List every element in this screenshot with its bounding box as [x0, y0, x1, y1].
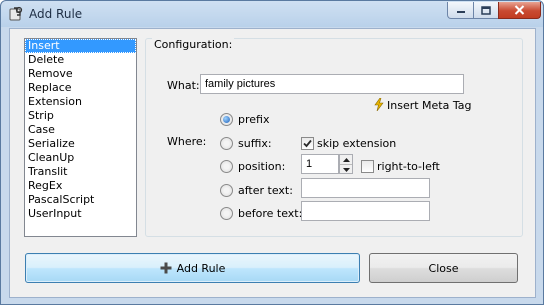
- maximize-button[interactable]: [473, 2, 499, 19]
- rule-list-item-translit[interactable]: Translit: [25, 165, 136, 179]
- right-to-left-label: right-to-left: [377, 160, 440, 173]
- checkmark-icon: [303, 139, 312, 148]
- close-icon: [514, 5, 525, 15]
- lightning-icon: [374, 98, 384, 111]
- minimize-button[interactable]: [447, 2, 474, 19]
- spin-up-button[interactable]: [340, 155, 352, 164]
- add-rule-label: Add Rule: [176, 261, 226, 275]
- rule-list-item-strip[interactable]: Strip: [25, 109, 136, 123]
- rule-list-item-regex[interactable]: RegEx: [25, 179, 136, 193]
- title-bar[interactable]: Add Rule: [1, 1, 543, 28]
- rule-list-item-insert[interactable]: Insert: [25, 39, 136, 53]
- rule-list-item-remove[interactable]: Remove: [25, 67, 136, 81]
- position-spinner[interactable]: [339, 154, 353, 174]
- close-window-button[interactable]: [498, 2, 541, 19]
- maximize-icon: [481, 5, 491, 15]
- window-title: Add Rule: [29, 7, 83, 21]
- close-label: Close: [428, 261, 459, 275]
- rule-list-item-delete[interactable]: Delete: [25, 53, 136, 67]
- suffix-label: suffix:: [238, 137, 272, 150]
- configuration-label: Configuration:: [152, 38, 235, 51]
- minimize-icon: [456, 11, 465, 13]
- rule-list-item-userinput[interactable]: UserInput: [25, 207, 136, 221]
- rule-list-item-extension[interactable]: Extension: [25, 95, 136, 109]
- rule-list-item-replace[interactable]: Replace: [25, 81, 136, 95]
- position-radio[interactable]: [220, 160, 233, 173]
- skip-extension-label: skip extension: [317, 137, 397, 150]
- close-button[interactable]: Close: [369, 253, 518, 283]
- rules-list[interactable]: Insert Delete Remove Replace Extension Strip C…: [24, 38, 137, 237]
- skip-extension-checkbox[interactable]: [301, 137, 314, 150]
- position-input[interactable]: 1: [301, 154, 339, 174]
- after-text-label: after text:: [238, 184, 293, 197]
- prefix-label: prefix: [238, 113, 270, 126]
- what-label: What:: [167, 79, 200, 92]
- add-rule-button[interactable]: Add Rule: [25, 253, 360, 283]
- app-tool-icon: [9, 6, 23, 21]
- rule-list-item-pascalscript[interactable]: PascalScript: [25, 193, 136, 207]
- plus-icon: [160, 262, 172, 274]
- position-label: position:: [238, 160, 286, 173]
- rule-list-item-case[interactable]: Case: [25, 123, 136, 137]
- rule-list-item-serialize[interactable]: Serialize: [25, 137, 136, 151]
- before-text-radio[interactable]: [220, 207, 233, 220]
- arrow-down-icon: [342, 167, 350, 172]
- dialog-client-area: Insert Delete Remove Replace Extension Strip C…: [9, 28, 536, 298]
- insert-meta-tag-link[interactable]: Insert Meta Tag: [387, 99, 471, 112]
- where-label: Where:: [167, 135, 207, 148]
- what-input[interactable]: family pictures: [200, 74, 464, 94]
- right-to-left-checkbox[interactable]: [361, 160, 374, 173]
- spin-down-button[interactable]: [340, 164, 352, 174]
- add-rule-window: Add Rule Insert Delete Remove Replace Extens…: [0, 0, 544, 305]
- arrow-up-icon: [342, 157, 350, 162]
- after-text-input[interactable]: [301, 178, 430, 198]
- suffix-radio[interactable]: [220, 137, 233, 150]
- rule-list-item-cleanup[interactable]: CleanUp: [25, 151, 136, 165]
- prefix-radio[interactable]: [220, 113, 233, 126]
- after-text-radio[interactable]: [220, 184, 233, 197]
- before-text-input[interactable]: [301, 201, 430, 221]
- before-text-label: before text:: [238, 207, 303, 220]
